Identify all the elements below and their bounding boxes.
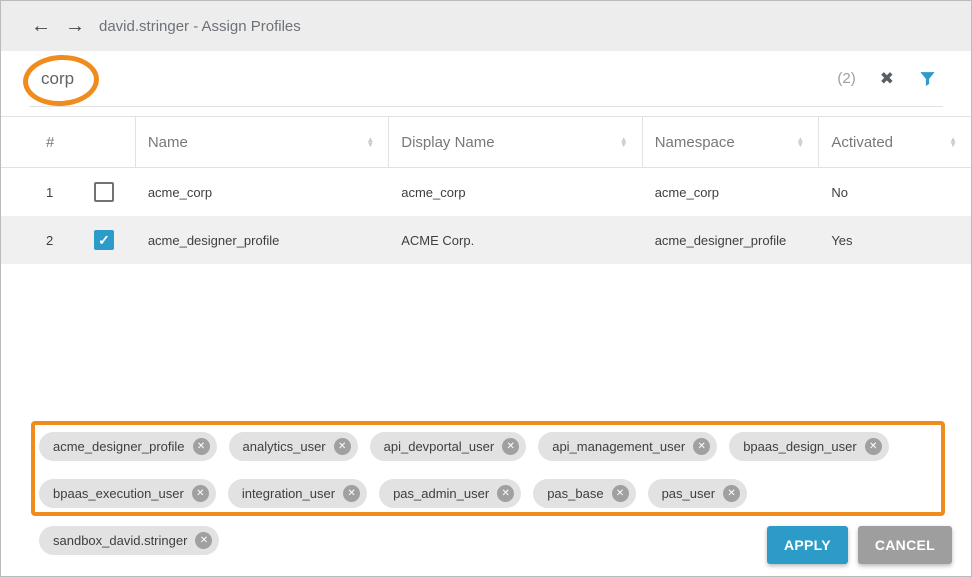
chip-label: integration_user	[242, 486, 335, 501]
chip-label: analytics_user	[243, 439, 326, 454]
chip-label: api_devportal_user	[384, 439, 495, 454]
row-checkbox[interactable]: ✓	[94, 230, 114, 250]
search-bar: (2) ✖	[29, 51, 943, 107]
sort-icon[interactable]: ▲▼	[796, 137, 804, 148]
column-header-display-name[interactable]: Display Name ▲▼	[389, 117, 642, 167]
assign-profiles-dialog: ← → david.stringer - Assign Profiles (2)…	[0, 0, 972, 577]
table-row[interactable]: 1 ✓ acme_corp acme_corp acme_corp No	[1, 168, 971, 216]
chip-remove-icon[interactable]: ✕	[195, 532, 212, 549]
chip-remove-icon[interactable]: ✕	[192, 485, 209, 502]
column-header-label: #	[46, 134, 54, 151]
table-row[interactable]: 2 ✓ acme_designer_profile ACME Corp. acm…	[1, 216, 971, 264]
result-count: (2)	[837, 70, 855, 87]
titlebar: ← → david.stringer - Assign Profiles	[1, 1, 971, 51]
profile-chip: pas_user ✕	[648, 479, 747, 508]
chip-remove-icon[interactable]: ✕	[193, 438, 210, 455]
apply-button[interactable]: APPLY	[767, 526, 848, 564]
check-icon: ✓	[98, 233, 110, 247]
assigned-profiles-list: acme_designer_profile ✕ analytics_user ✕…	[35, 425, 941, 512]
column-header-name[interactable]: Name ▲▼	[136, 117, 389, 167]
table-header-row: # Name ▲▼ Display Name ▲▼ Namespace ▲▼ A…	[1, 116, 971, 168]
row-number: 2	[46, 233, 94, 248]
chip-label: bpaas_design_user	[743, 439, 856, 454]
profile-chip: pas_base ✕	[533, 479, 635, 508]
profile-chip: api_devportal_user ✕	[370, 432, 527, 461]
chip-label: acme_designer_profile	[53, 439, 185, 454]
sort-icon[interactable]: ▲▼	[949, 137, 957, 148]
back-arrow-icon[interactable]: ←	[31, 16, 51, 36]
cell-activated: Yes	[819, 233, 971, 248]
column-header-label: Namespace	[655, 134, 735, 151]
clear-filter-icon[interactable]: ✖	[880, 69, 894, 89]
chip-remove-icon[interactable]: ✕	[693, 438, 710, 455]
profile-chip: bpaas_design_user ✕	[729, 432, 888, 461]
cell-name: acme_designer_profile	[136, 233, 389, 248]
profile-chip: integration_user ✕	[228, 479, 367, 508]
profile-chip: analytics_user ✕	[229, 432, 358, 461]
profile-chip: sandbox_david.stringer ✕	[39, 526, 219, 555]
row-checkbox[interactable]: ✓	[94, 182, 114, 202]
forward-arrow-icon[interactable]: →	[65, 16, 85, 36]
dialog-footer: APPLY CANCEL	[767, 526, 952, 564]
cell-display-name: acme_corp	[389, 185, 642, 200]
chip-label: api_management_user	[552, 439, 685, 454]
annotation-rectangle: acme_designer_profile ✕ analytics_user ✕…	[31, 421, 945, 516]
cancel-button[interactable]: CANCEL	[858, 526, 952, 564]
sort-icon[interactable]: ▲▼	[620, 137, 628, 148]
chip-remove-icon[interactable]: ✕	[865, 438, 882, 455]
cell-display-name: ACME Corp.	[389, 233, 642, 248]
row-number: 1	[46, 185, 94, 200]
column-header-label: Activated	[831, 134, 893, 151]
cell-namespace: acme_corp	[643, 185, 820, 200]
filter-funnel-icon[interactable]	[918, 69, 937, 88]
chip-label: pas_user	[662, 486, 715, 501]
search-input[interactable]	[29, 69, 837, 89]
cell-namespace: acme_designer_profile	[643, 233, 820, 248]
chip-remove-icon[interactable]: ✕	[497, 485, 514, 502]
profile-chip: api_management_user ✕	[538, 432, 717, 461]
page-title: david.stringer - Assign Profiles	[99, 18, 301, 35]
chip-remove-icon[interactable]: ✕	[723, 485, 740, 502]
chip-remove-icon[interactable]: ✕	[334, 438, 351, 455]
chip-label: bpaas_execution_user	[53, 486, 184, 501]
profiles-table: # Name ▲▼ Display Name ▲▼ Namespace ▲▼ A…	[1, 116, 971, 264]
cell-name: acme_corp	[136, 185, 389, 200]
chip-label: pas_base	[547, 486, 603, 501]
chip-remove-icon[interactable]: ✕	[502, 438, 519, 455]
column-header-namespace[interactable]: Namespace ▲▼	[643, 117, 820, 167]
profile-chip: pas_admin_user ✕	[379, 479, 521, 508]
sort-icon[interactable]: ▲▼	[366, 137, 374, 148]
column-header-index[interactable]: #	[1, 117, 136, 167]
chip-label: sandbox_david.stringer	[53, 533, 187, 548]
cell-activated: No	[819, 185, 971, 200]
column-header-label: Display Name	[401, 134, 494, 151]
chip-remove-icon[interactable]: ✕	[612, 485, 629, 502]
chip-remove-icon[interactable]: ✕	[343, 485, 360, 502]
column-header-label: Name	[148, 134, 188, 151]
profile-chip: bpaas_execution_user ✕	[39, 479, 216, 508]
chip-label: pas_admin_user	[393, 486, 489, 501]
column-header-activated[interactable]: Activated ▲▼	[819, 117, 971, 167]
profile-chip: acme_designer_profile ✕	[39, 432, 217, 461]
